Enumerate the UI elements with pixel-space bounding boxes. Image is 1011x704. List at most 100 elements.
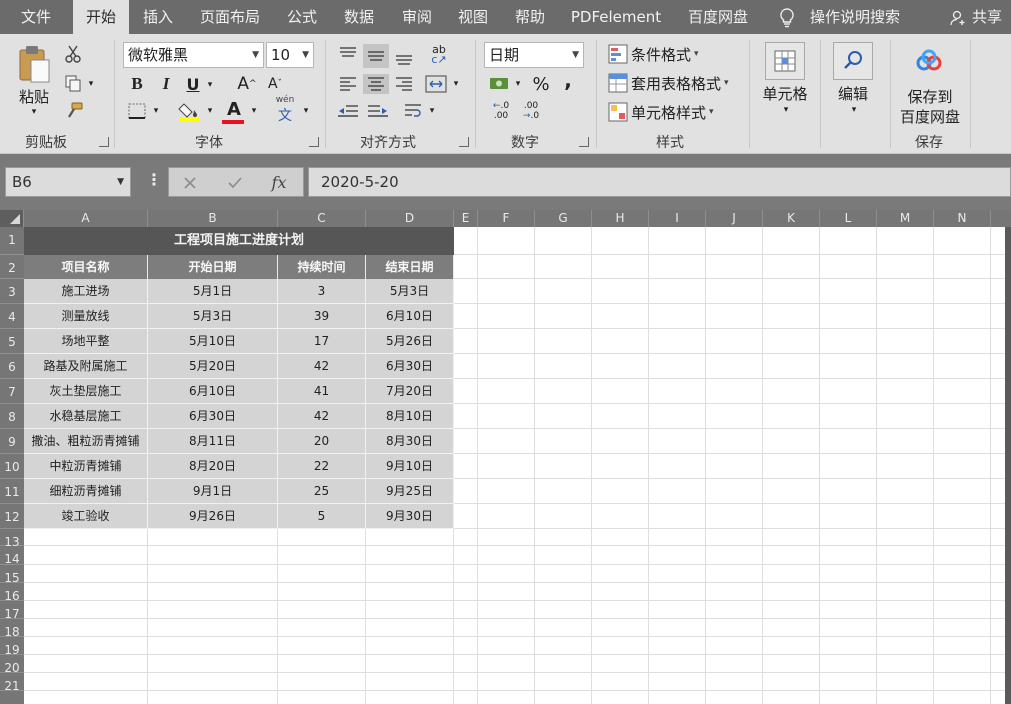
- font-size-select[interactable]: 10 ▼: [266, 42, 314, 68]
- editing-icon-frame[interactable]: [833, 42, 873, 80]
- table-cell[interactable]: 8月20日: [148, 454, 278, 479]
- comma-style-button[interactable]: ,: [560, 68, 576, 92]
- table-cell[interactable]: 测量放线: [24, 304, 148, 329]
- phonetic-guide-button[interactable]: wén 文: [272, 95, 298, 124]
- enter-check-icon[interactable]: [227, 176, 243, 190]
- table-cell[interactable]: 41: [278, 379, 366, 404]
- table-cell[interactable]: 施工进场: [24, 279, 148, 304]
- font-color-button[interactable]: A: [222, 98, 246, 120]
- save-to-baidu-line1[interactable]: 保存到: [896, 86, 964, 106]
- cells-dropdown-icon[interactable]: ▾: [780, 104, 792, 116]
- alignment-launcher-icon[interactable]: [459, 137, 469, 147]
- merge-dropdown-icon[interactable]: ▾: [450, 77, 462, 91]
- conditional-formatting-button[interactable]: 条件格式 ▾: [631, 43, 699, 65]
- tab-file[interactable]: 文件: [8, 0, 64, 34]
- cells-button[interactable]: 单元格: [758, 82, 812, 104]
- table-cell[interactable]: 水稳基层施工: [24, 404, 148, 429]
- row-header-12[interactable]: 12: [0, 504, 24, 529]
- column-header-b[interactable]: B: [148, 210, 278, 227]
- tab-formulas[interactable]: 公式: [277, 0, 327, 34]
- table-cell[interactable]: 6月10日: [148, 379, 278, 404]
- percent-button[interactable]: %: [530, 74, 552, 95]
- number-format-select[interactable]: 日期 ▼: [484, 42, 584, 68]
- table-cell[interactable]: 路基及附属施工: [24, 354, 148, 379]
- horizontal-align-icons[interactable]: [336, 74, 424, 94]
- italic-button[interactable]: I: [156, 74, 176, 94]
- table-cell[interactable]: 25: [278, 479, 366, 504]
- row-header-9[interactable]: 9: [0, 429, 24, 454]
- paste-button[interactable]: 粘贴: [14, 86, 54, 106]
- column-header-n[interactable]: N: [934, 210, 991, 227]
- font-color-dropdown-icon[interactable]: ▾: [248, 104, 260, 118]
- table-title[interactable]: 工程项目施工进度计划: [24, 227, 454, 255]
- tab-home[interactable]: 开始: [73, 0, 129, 34]
- column-header-c[interactable]: C: [278, 210, 366, 227]
- paste-dropdown-icon[interactable]: ▾: [27, 107, 41, 117]
- tab-review[interactable]: 审阅: [392, 0, 442, 34]
- table-cell[interactable]: 9月10日: [366, 454, 454, 479]
- underline-dropdown-icon[interactable]: ▾: [205, 78, 215, 92]
- row-header-10[interactable]: 10: [0, 454, 24, 479]
- table-cell[interactable]: 5月3日: [366, 279, 454, 304]
- tab-page-layout[interactable]: 页面布局: [193, 0, 267, 34]
- wrap-text-icon[interactable]: [402, 100, 424, 122]
- table-cell[interactable]: 撒油、粗粒沥青摊铺: [24, 429, 148, 454]
- column-header-d[interactable]: D: [366, 210, 454, 227]
- row-header-1[interactable]: 1: [0, 227, 24, 255]
- table-header-cell[interactable]: 结束日期: [366, 255, 454, 279]
- merge-center-icon[interactable]: [424, 74, 448, 94]
- table-cell[interactable]: 9月30日: [366, 504, 454, 529]
- table-cell[interactable]: 9月25日: [366, 479, 454, 504]
- share-button[interactable]: 共享: [972, 0, 1002, 34]
- fill-color-icon[interactable]: [178, 100, 202, 122]
- row-header-4[interactable]: 4: [0, 304, 24, 329]
- table-cell[interactable]: 灰土垫层施工: [24, 379, 148, 404]
- number-launcher-icon[interactable]: [579, 137, 589, 147]
- table-cell[interactable]: 8月11日: [148, 429, 278, 454]
- row-header-8[interactable]: 8: [0, 404, 24, 429]
- editing-button[interactable]: 编辑: [826, 82, 880, 104]
- copy-icon[interactable]: [64, 74, 82, 92]
- share-person-icon[interactable]: [950, 10, 966, 26]
- clipboard-launcher-icon[interactable]: [99, 137, 109, 147]
- borders-dropdown-icon[interactable]: ▾: [150, 104, 162, 118]
- table-cell[interactable]: 5月20日: [148, 354, 278, 379]
- table-cell[interactable]: 20: [278, 429, 366, 454]
- column-header-m[interactable]: M: [877, 210, 934, 227]
- column-header-g[interactable]: G: [535, 210, 592, 227]
- shrink-font-button[interactable]: Aˇ: [264, 74, 286, 94]
- tab-data[interactable]: 数据: [334, 0, 384, 34]
- column-header-j[interactable]: J: [706, 210, 763, 227]
- table-cell[interactable]: 场地平整: [24, 329, 148, 354]
- table-header-cell[interactable]: 开始日期: [148, 255, 278, 279]
- insert-function-button[interactable]: fx: [267, 171, 291, 193]
- row-header-3[interactable]: 3: [0, 279, 24, 304]
- row-header-17[interactable]: 17: [0, 601, 24, 621]
- cancel-x-icon[interactable]: [183, 176, 197, 190]
- row-header-19[interactable]: 19: [0, 637, 24, 657]
- table-cell[interactable]: 5: [278, 504, 366, 529]
- cells-icon-frame[interactable]: [765, 42, 805, 80]
- copy-dropdown-icon[interactable]: ▾: [86, 77, 96, 91]
- row-header-6[interactable]: 6: [0, 354, 24, 379]
- row-header-5[interactable]: 5: [0, 329, 24, 354]
- borders-icon[interactable]: [127, 102, 147, 120]
- format-as-table-icon[interactable]: [608, 73, 628, 93]
- format-painter-icon[interactable]: [64, 102, 84, 120]
- cell-styles-icon[interactable]: [608, 102, 628, 122]
- tab-help[interactable]: 帮助: [505, 0, 555, 34]
- tab-baidu-netdisk[interactable]: 百度网盘: [680, 0, 756, 34]
- row-header-14[interactable]: 14: [0, 546, 24, 566]
- table-cell[interactable]: 7月20日: [366, 379, 454, 404]
- row-header-2[interactable]: 2: [0, 255, 24, 279]
- name-box[interactable]: B6 ▼: [5, 167, 131, 197]
- table-cell[interactable]: 5月1日: [148, 279, 278, 304]
- phonetic-dropdown-icon[interactable]: ▾: [300, 104, 312, 118]
- editing-dropdown-icon[interactable]: ▾: [848, 104, 860, 116]
- indent-icons[interactable]: [336, 102, 390, 122]
- tab-pdfelement[interactable]: PDFelement: [566, 0, 666, 34]
- grow-font-button[interactable]: A ^: [236, 74, 258, 94]
- tab-insert[interactable]: 插入: [133, 0, 183, 34]
- row-header-15[interactable]: 15: [0, 565, 24, 585]
- currency-dropdown-icon[interactable]: ▾: [512, 77, 524, 91]
